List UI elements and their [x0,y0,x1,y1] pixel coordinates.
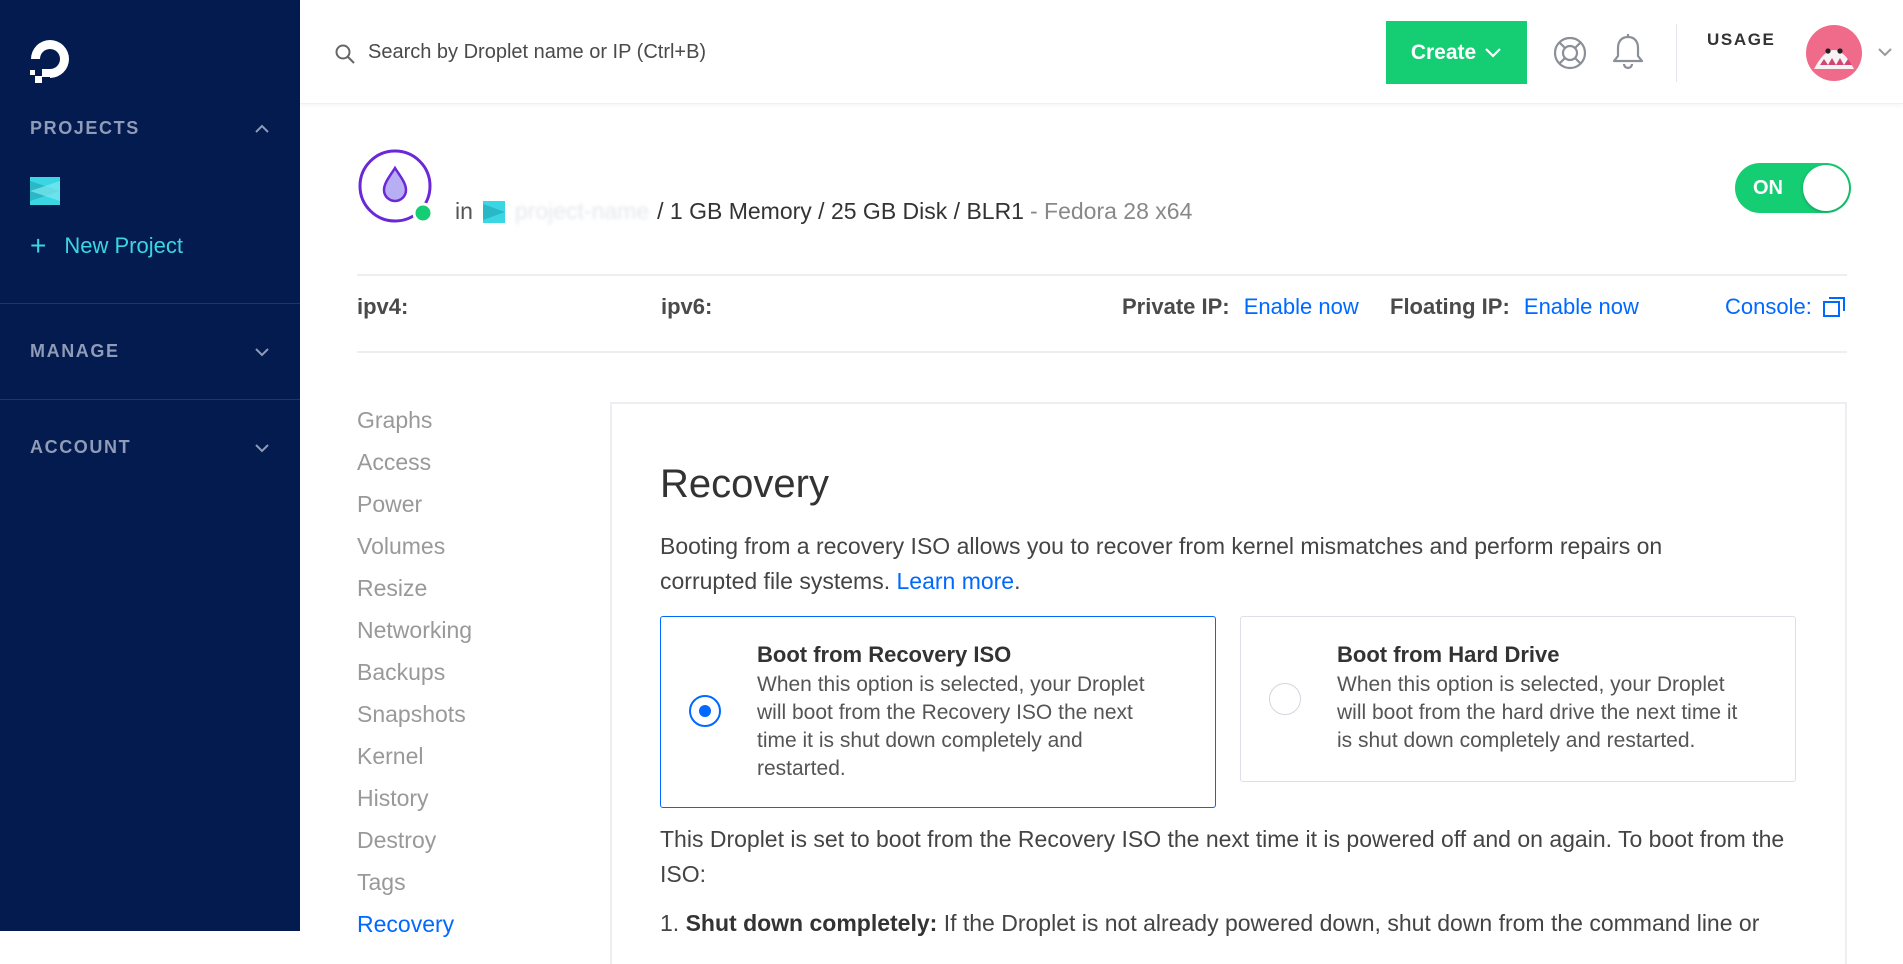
sidebar-divider [0,303,300,304]
power-toggle-label: ON [1753,177,1783,199]
option-title: Boot from Hard Drive [1337,642,1560,667]
ipv6-label: ipv6: [661,294,713,319]
user-avatar[interactable] [1806,25,1862,81]
private-ip-label: Private IP: [1122,294,1230,319]
option-title: Boot from Recovery ISO [757,642,1012,667]
divider [357,351,1847,353]
recovery-title: Recovery [660,462,829,506]
search-input[interactable] [366,33,1010,71]
option-description: When this option is selected, your Dropl… [757,673,1145,780]
droplet-os: - Fedora 28 x64 [1029,198,1193,224]
step-title: Shut down completely: [685,910,938,936]
divider [357,274,1847,276]
search-icon [335,44,355,64]
plus-icon: + [30,230,47,261]
chevron-down-icon [255,443,269,452]
top-header: Create USAGE [300,0,1903,104]
step-number: 1. [660,910,680,936]
subnav-item-tags[interactable]: Tags [357,868,472,910]
account-section-label: ACCOUNT [30,437,132,457]
notifications-bell-icon[interactable] [1610,33,1646,71]
recovery-description-text: Booting from a recovery ISO allows you t… [660,533,1663,594]
private-ip-field: Private IP: Enable now [1122,294,1359,320]
droplet-specs: / 1 GB Memory / 25 GB Disk / BLR1 [657,198,1024,224]
projects-section-toggle[interactable]: PROJECTS [30,118,270,139]
subnav-item-networking[interactable]: Networking [357,616,472,658]
subnav-item-resize[interactable]: Resize [357,574,472,616]
project-name-link[interactable]: project-name [515,198,649,225]
chevron-down-icon[interactable] [1877,46,1893,58]
subnav-item-power[interactable]: Power [357,490,472,532]
ipv6-field: ipv6: [661,294,712,320]
toggle-knob [1803,165,1849,211]
recovery-status-note: This Droplet is set to boot from the Rec… [660,826,1785,887]
floating-ip-label: Floating IP: [1390,294,1510,319]
console-label: Console: [1725,294,1812,319]
project-swatch-icon[interactable] [30,177,60,205]
boot-hard-drive-radio[interactable] [1269,683,1301,715]
header-divider [1676,24,1677,82]
recovery-description: Booting from a recovery ISO allows you t… [660,529,1760,599]
projects-section-label: PROJECTS [30,118,140,138]
sidebar-divider [0,399,300,400]
new-project-button[interactable]: + New Project [30,232,183,260]
droplet-icon [358,149,434,224]
ipv4-label: ipv4: [357,294,409,319]
chevron-up-icon [255,124,269,133]
subnav-item-destroy[interactable]: Destroy [357,826,472,868]
subnav-item-backups[interactable]: Backups [357,658,472,700]
subnav-item-recovery[interactable]: Recovery [357,910,472,952]
learn-more-link[interactable]: Learn more [896,568,1014,594]
boot-recovery-iso-radio[interactable] [689,695,721,727]
floating-ip-enable-link[interactable]: Enable now [1524,294,1639,319]
subnav-item-kernel[interactable]: Kernel [357,742,472,784]
private-ip-enable-link[interactable]: Enable now [1244,294,1359,319]
subnav-item-snapshots[interactable]: Snapshots [357,700,472,742]
droplet-meta: in project-name / 1 GB Memory / 25 GB Di… [455,198,1192,225]
in-label: in [455,198,473,224]
create-button[interactable]: Create [1386,21,1527,84]
learn-more-suffix: . [1014,568,1021,594]
chevron-down-icon [255,347,269,356]
project-swatch-icon [482,200,505,223]
boot-hard-drive-option[interactable]: Boot from Hard Drive When this option is… [1240,616,1796,782]
subnav-item-graphs[interactable]: Graphs [357,406,472,448]
usage-link[interactable]: USAGE [1707,30,1775,50]
subnav-item-history[interactable]: History [357,784,472,826]
manage-section-label: MANAGE [30,341,120,361]
account-section-toggle[interactable]: ACCOUNT [30,437,270,458]
manage-section-toggle[interactable]: MANAGE [30,341,270,362]
step-text: If the Droplet is not already powered do… [943,910,1760,936]
boot-recovery-iso-option[interactable]: Boot from Recovery ISO When this option … [660,616,1216,808]
open-window-icon [1822,297,1845,317]
create-button-label: Create [1410,40,1477,64]
droplet-subnav: Graphs Access Power Volumes Resize Netwo… [357,406,472,952]
subnav-item-volumes[interactable]: Volumes [357,532,472,574]
console-link[interactable]: Console: [1725,294,1846,320]
power-toggle[interactable]: ON [1735,163,1851,213]
floating-ip-field: Floating IP: Enable now [1390,294,1639,320]
sidebar: PROJECTS + New Project MANAGE ACCOUNT [0,0,300,931]
help-lifebuoy-icon[interactable] [1552,35,1588,71]
subnav-item-access[interactable]: Access [357,448,472,490]
new-project-label: New Project [64,233,183,258]
recovery-step-1: 1. Shut down completely: If the Droplet … [660,906,1800,941]
ipv4-field: ipv4: [357,294,408,320]
digitalocean-logo-icon[interactable] [26,34,78,86]
chevron-down-icon [1485,47,1501,58]
option-description: When this option is selected, your Dropl… [1337,673,1738,752]
recovery-panel: Recovery Booting from a recovery ISO all… [610,402,1847,964]
